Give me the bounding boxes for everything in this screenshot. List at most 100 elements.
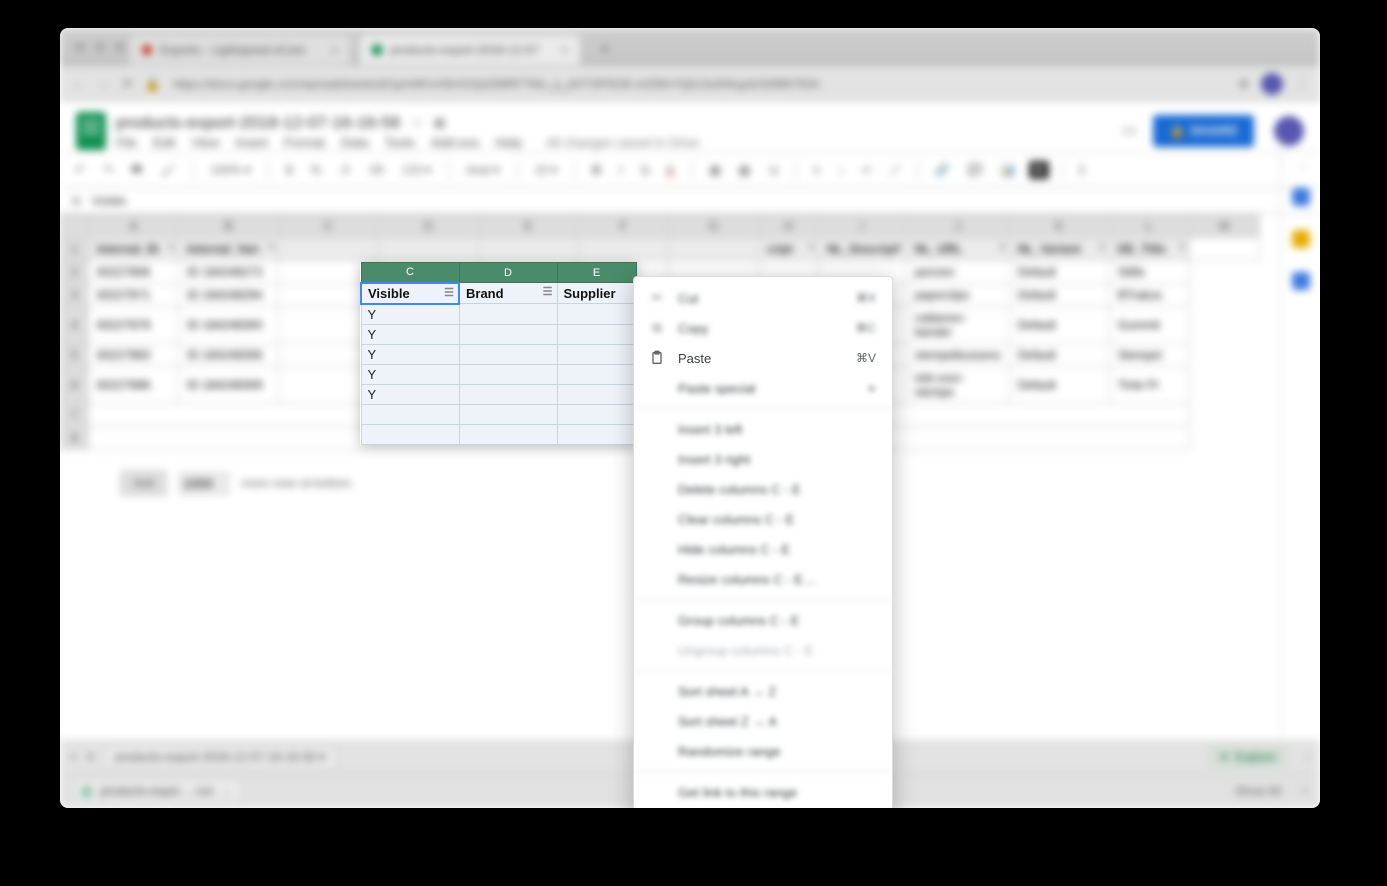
menu-icon[interactable]: ⋮ (1295, 76, 1308, 92)
profile-avatar[interactable] (1261, 73, 1283, 95)
tasks-icon[interactable] (1292, 272, 1310, 290)
menu-item-paste-special[interactable]: Paste special ▸ (634, 373, 892, 403)
traffic-light-min[interactable] (94, 41, 106, 53)
dec-increase-icon[interactable]: .00 (362, 160, 389, 180)
sheets-icon[interactable] (76, 112, 106, 150)
menu-item-group-columns[interactable]: Group columns C - E (634, 605, 892, 635)
dec-decrease-icon[interactable]: .0 (334, 160, 354, 180)
cell[interactable]: Y (361, 344, 459, 364)
nav-forward-icon[interactable]: → (97, 76, 110, 91)
cell[interactable] (459, 404, 557, 424)
cell[interactable] (459, 364, 557, 384)
undo-icon[interactable]: ↶ (70, 160, 90, 180)
rotate-icon[interactable]: ⤢ (885, 160, 905, 181)
menu-insert[interactable]: Insert (235, 135, 268, 150)
borders-icon[interactable]: ▦ (734, 160, 755, 180)
currency-icon[interactable]: $ (281, 160, 298, 180)
font-size[interactable]: 10 ▾ (530, 160, 563, 180)
menu-format[interactable]: Format (284, 135, 325, 150)
menu-item-clear-columns[interactable]: Clear columns C - E (634, 504, 892, 534)
link-icon[interactable]: 🔗 (930, 160, 955, 180)
filter-icon[interactable]: ☰ (543, 285, 553, 298)
menu-item-insert-left[interactable]: Insert 3 left (634, 414, 892, 444)
browser-tab-1[interactable]: Exports - Lightspeed eCom × (130, 35, 350, 65)
document-title[interactable]: products-export-2018-12-07-16-16-56 (116, 113, 400, 133)
wrap-icon[interactable]: ↵ (857, 160, 877, 180)
halign-icon[interactable]: ≡ (808, 160, 825, 180)
menu-item-insert-right[interactable]: Insert 3 right (634, 444, 892, 474)
sheet-tab[interactable]: products-export-2018-12-07-16-16-56 ▾ (104, 745, 336, 769)
star-icon[interactable]: ☆ (410, 114, 423, 131)
italic-icon[interactable]: I (614, 160, 627, 180)
cell[interactable] (459, 344, 557, 364)
merge-icon[interactable]: ⇲ (763, 160, 783, 180)
column-header-d[interactable]: D (459, 263, 557, 283)
cell[interactable]: Y (361, 324, 459, 344)
column-header-c[interactable]: C (361, 263, 459, 283)
cell[interactable] (557, 344, 636, 364)
column-header-e[interactable]: E (557, 263, 636, 283)
close-icon[interactable]: × (561, 43, 568, 57)
menu-item-randomize[interactable]: Randomize range (634, 736, 892, 766)
menu-item-sort-za[interactable]: Sort sheet Z → A (634, 706, 892, 736)
menu-item-paste[interactable]: Paste ⌘V (634, 343, 892, 373)
new-tab-button[interactable]: + (590, 35, 619, 65)
cell[interactable] (459, 384, 557, 404)
cell[interactable] (459, 424, 557, 444)
all-sheets-button[interactable]: ≡ (87, 750, 94, 764)
menu-item-sort-az[interactable]: Sort sheet A → Z (634, 676, 892, 706)
header-cell-brand[interactable]: Brand☰ (459, 283, 557, 304)
paint-format-icon[interactable]: 🖌 (155, 160, 180, 180)
percent-icon[interactable]: % (305, 160, 326, 180)
side-panel-toggle[interactable]: ‹ (1306, 750, 1310, 764)
nav-back-icon[interactable]: ← (72, 76, 85, 91)
zoom-select[interactable]: 100% ▾ (206, 160, 256, 180)
menu-help[interactable]: Help (495, 135, 522, 150)
traffic-light-close[interactable] (74, 41, 86, 53)
add-rows-count-input[interactable] (179, 472, 229, 495)
calendar-icon[interactable] (1292, 188, 1310, 206)
menu-item-copy[interactable]: ⧉ Copy ⌘C (634, 313, 892, 343)
show-all-downloads[interactable]: Show All (1235, 784, 1281, 798)
cell[interactable] (557, 324, 636, 344)
add-sheet-button[interactable]: + (70, 750, 77, 764)
cell[interactable] (557, 404, 636, 424)
filter-icon[interactable]: ▼ (1029, 161, 1049, 179)
menu-tools[interactable]: Tools (384, 135, 414, 150)
cell[interactable] (361, 424, 459, 444)
font-select[interactable]: Arial ▾ (461, 160, 504, 180)
cell[interactable] (557, 424, 636, 444)
menu-item-hide-columns[interactable]: Hide columns C - E (634, 534, 892, 564)
comment-icon[interactable]: 💬 (963, 160, 988, 180)
menu-item-delete-columns[interactable]: Delete columns C - E (634, 474, 892, 504)
cell[interactable] (557, 384, 636, 404)
window-controls[interactable] (74, 41, 126, 53)
menu-addons[interactable]: Add-ons (431, 135, 479, 150)
extension-icon[interactable]: ⊕ (1238, 76, 1249, 92)
share-button[interactable]: 🔒 SHARE (1153, 115, 1254, 147)
reload-icon[interactable]: ⟳ (122, 76, 133, 92)
folder-icon[interactable]: ▣ (433, 114, 446, 131)
filter-icon[interactable]: ☰ (444, 286, 454, 299)
menu-item-define-named-range[interactable]: Define named range (634, 807, 892, 808)
cell[interactable] (459, 304, 557, 325)
menu-item-resize-columns[interactable]: Resize columns C - E… (634, 564, 892, 594)
url-text[interactable]: https://docs.google.com/spreadsheets/d/1… (173, 77, 1226, 91)
cell[interactable]: Y (361, 304, 459, 325)
redo-icon[interactable]: ↷ (98, 160, 118, 180)
cell[interactable] (557, 304, 636, 325)
traffic-light-max[interactable] (114, 41, 126, 53)
header-cell-supplier[interactable]: Supplier (557, 283, 636, 304)
menu-view[interactable]: View (191, 135, 219, 150)
menu-file[interactable]: File (116, 135, 137, 150)
cell[interactable] (361, 404, 459, 424)
selected-columns-table[interactable]: C D E Visible☰ Brand☰ Supplier Y Y Y Y Y (360, 262, 637, 445)
functions-icon[interactable]: Σ (1074, 160, 1091, 180)
menu-data[interactable]: Data (341, 135, 368, 150)
print-icon[interactable]: 🖶 (126, 157, 147, 184)
add-rows-button[interactable]: Add (120, 470, 167, 496)
chart-icon[interactable]: 📊 (996, 160, 1021, 180)
menu-item-get-link[interactable]: Get link to this range (634, 777, 892, 807)
header-cell-visible[interactable]: Visible☰ (361, 283, 459, 304)
keep-icon[interactable] (1292, 230, 1310, 248)
